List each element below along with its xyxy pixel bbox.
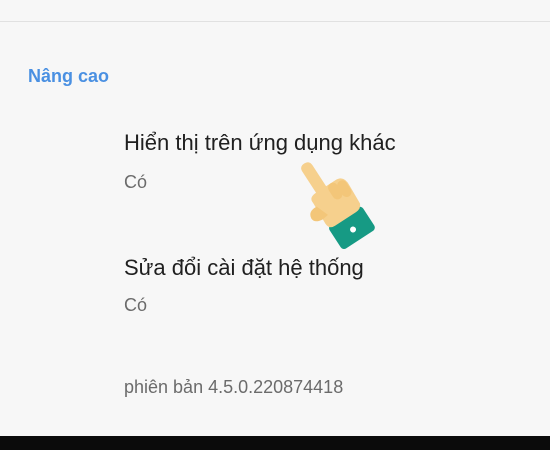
pref-modify-system-settings[interactable]: Sửa đổi cài đặt hệ thống Có bbox=[0, 245, 550, 345]
pref-display-over-other-apps[interactable]: Hiển thị trên ứng dụng khác Có bbox=[0, 120, 550, 220]
section-header-advanced: Nâng cao bbox=[28, 66, 110, 86]
pointing-hand-icon bbox=[292, 150, 382, 255]
top-divider bbox=[0, 21, 550, 22]
pref-summary: Có bbox=[124, 295, 148, 315]
pref-summary: Có bbox=[124, 172, 148, 192]
version-info: phiên bản 4.5.0.220874418 bbox=[124, 377, 344, 397]
bottom-navigation-bar bbox=[0, 436, 550, 450]
settings-screen: Nâng cao Hiển thị trên ứng dụng khác Có … bbox=[0, 0, 550, 450]
pref-title: Sửa đổi cài đặt hệ thống bbox=[124, 255, 364, 280]
